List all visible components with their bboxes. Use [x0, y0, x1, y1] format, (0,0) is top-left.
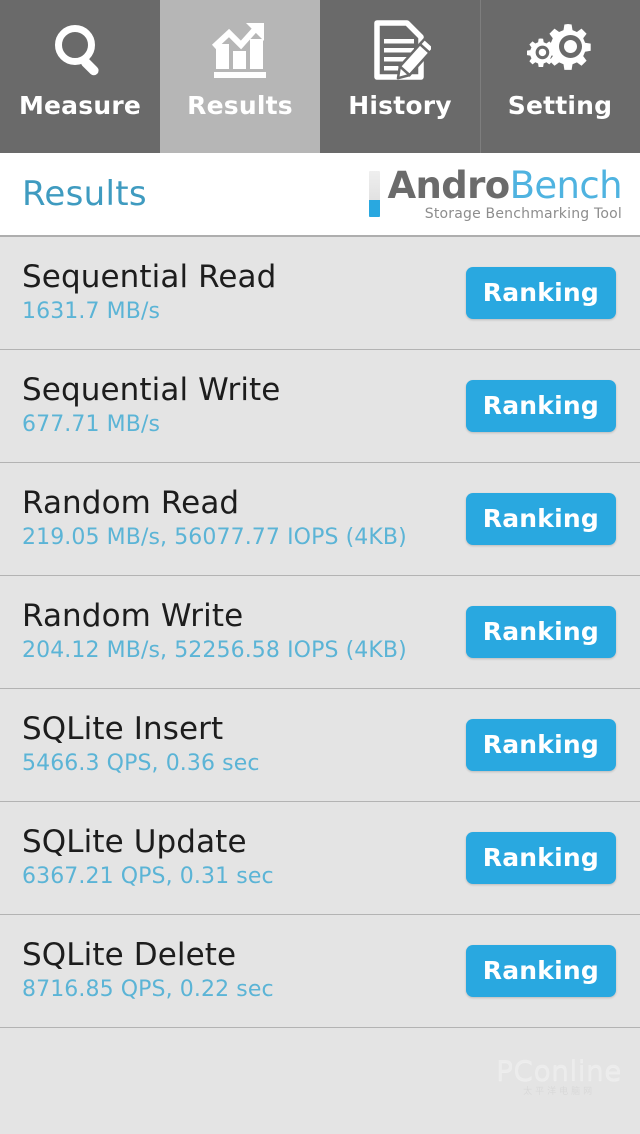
tab-setting-label: Setting — [507, 91, 613, 120]
page-header: Results AndroBench Storage Benchmarking … — [0, 153, 640, 237]
result-texts: Random Read 219.05 MB/s, 56077.77 IOPS (… — [22, 485, 407, 553]
tab-results-label: Results — [187, 91, 293, 120]
ranking-button[interactable]: Ranking — [465, 267, 616, 319]
result-name: Random Write — [22, 598, 244, 634]
result-value: 1631.7 MB/s — [22, 299, 161, 324]
brand-tagline: Storage Benchmarking Tool — [424, 205, 622, 222]
watermark-sub-text: 太平洋电脑网 — [523, 1087, 596, 1097]
watermark: PConline 太平洋电脑网 — [496, 1056, 622, 1098]
tab-measure[interactable]: Measure — [0, 0, 160, 153]
result-name: SQLite Update — [22, 824, 247, 860]
ranking-button[interactable]: Ranking — [465, 832, 616, 884]
ranking-button[interactable]: Ranking — [465, 606, 616, 658]
result-name: SQLite Insert — [22, 711, 224, 747]
result-texts: SQLite Delete 8716.85 QPS, 0.22 sec — [22, 937, 274, 1005]
footer-area: PConline 太平洋电脑网 — [0, 1028, 640, 1134]
document-pencil-icon — [369, 14, 431, 88]
result-name: Sequential Read — [22, 259, 277, 295]
brand-text: AndroBench Storage Benchmarking Tool — [387, 163, 623, 222]
result-value: 677.71 MB/s — [22, 412, 161, 437]
brand-bench: Bench — [509, 163, 623, 207]
result-texts: Random Write 204.12 MB/s, 52256.58 IOPS … — [22, 598, 407, 666]
tab-measure-label: Measure — [18, 91, 142, 120]
result-value: 8716.85 QPS, 0.22 sec — [22, 977, 274, 1002]
result-texts: Sequential Write 677.71 MB/s — [22, 372, 280, 440]
result-value: 6367.21 QPS, 0.31 sec — [22, 864, 274, 889]
tab-setting[interactable]: Setting — [480, 0, 640, 153]
bar-chart-trend-icon — [208, 14, 272, 88]
androbench-logo: AndroBench Storage Benchmarking Tool — [369, 163, 623, 222]
result-texts: Sequential Read 1631.7 MB/s — [22, 259, 276, 327]
watermark-main-text: PConline — [496, 1054, 622, 1087]
ranking-button[interactable]: Ranking — [465, 493, 616, 545]
result-value: 204.12 MB/s, 52256.58 IOPS (4KB) — [22, 638, 407, 663]
result-texts: SQLite Update 6367.21 QPS, 0.31 sec — [22, 824, 274, 892]
magnifier-icon — [49, 14, 111, 88]
table-row: Random Write 204.12 MB/s, 52256.58 IOPS … — [0, 576, 640, 689]
table-row: Sequential Write 677.71 MB/s Ranking — [0, 350, 640, 463]
table-row: Random Read 219.05 MB/s, 56077.77 IOPS (… — [0, 463, 640, 576]
result-texts: SQLite Insert 5466.3 QPS, 0.36 sec — [22, 711, 260, 779]
ranking-button[interactable]: Ranking — [465, 380, 616, 432]
table-row: SQLite Update 6367.21 QPS, 0.31 sec Rank… — [0, 802, 640, 915]
brand-wordmark: AndroBench — [387, 163, 623, 207]
result-name: Random Read — [22, 485, 240, 521]
result-value: 5466.3 QPS, 0.36 sec — [22, 751, 260, 776]
result-name: SQLite Delete — [22, 937, 237, 973]
tab-bar: Measure Results History Setting — [0, 0, 640, 153]
results-list: Sequential Read 1631.7 MB/s Ranking Sequ… — [0, 237, 640, 1028]
table-row: Sequential Read 1631.7 MB/s Ranking — [0, 237, 640, 350]
tab-results[interactable]: Results — [160, 0, 320, 153]
gears-icon — [527, 14, 593, 88]
result-name: Sequential Write — [22, 372, 281, 408]
tab-history[interactable]: History — [320, 0, 480, 153]
table-row: SQLite Insert 5466.3 QPS, 0.36 sec Ranki… — [0, 689, 640, 802]
brand-andro: Andro — [387, 163, 510, 207]
result-value: 219.05 MB/s, 56077.77 IOPS (4KB) — [22, 525, 407, 550]
table-row: SQLite Delete 8716.85 QPS, 0.22 sec Rank… — [0, 915, 640, 1028]
tab-history-label: History — [348, 91, 452, 120]
page-title: Results — [22, 174, 147, 214]
gauge-bar-icon — [369, 171, 381, 217]
ranking-button[interactable]: Ranking — [465, 945, 616, 997]
ranking-button[interactable]: Ranking — [465, 719, 616, 771]
